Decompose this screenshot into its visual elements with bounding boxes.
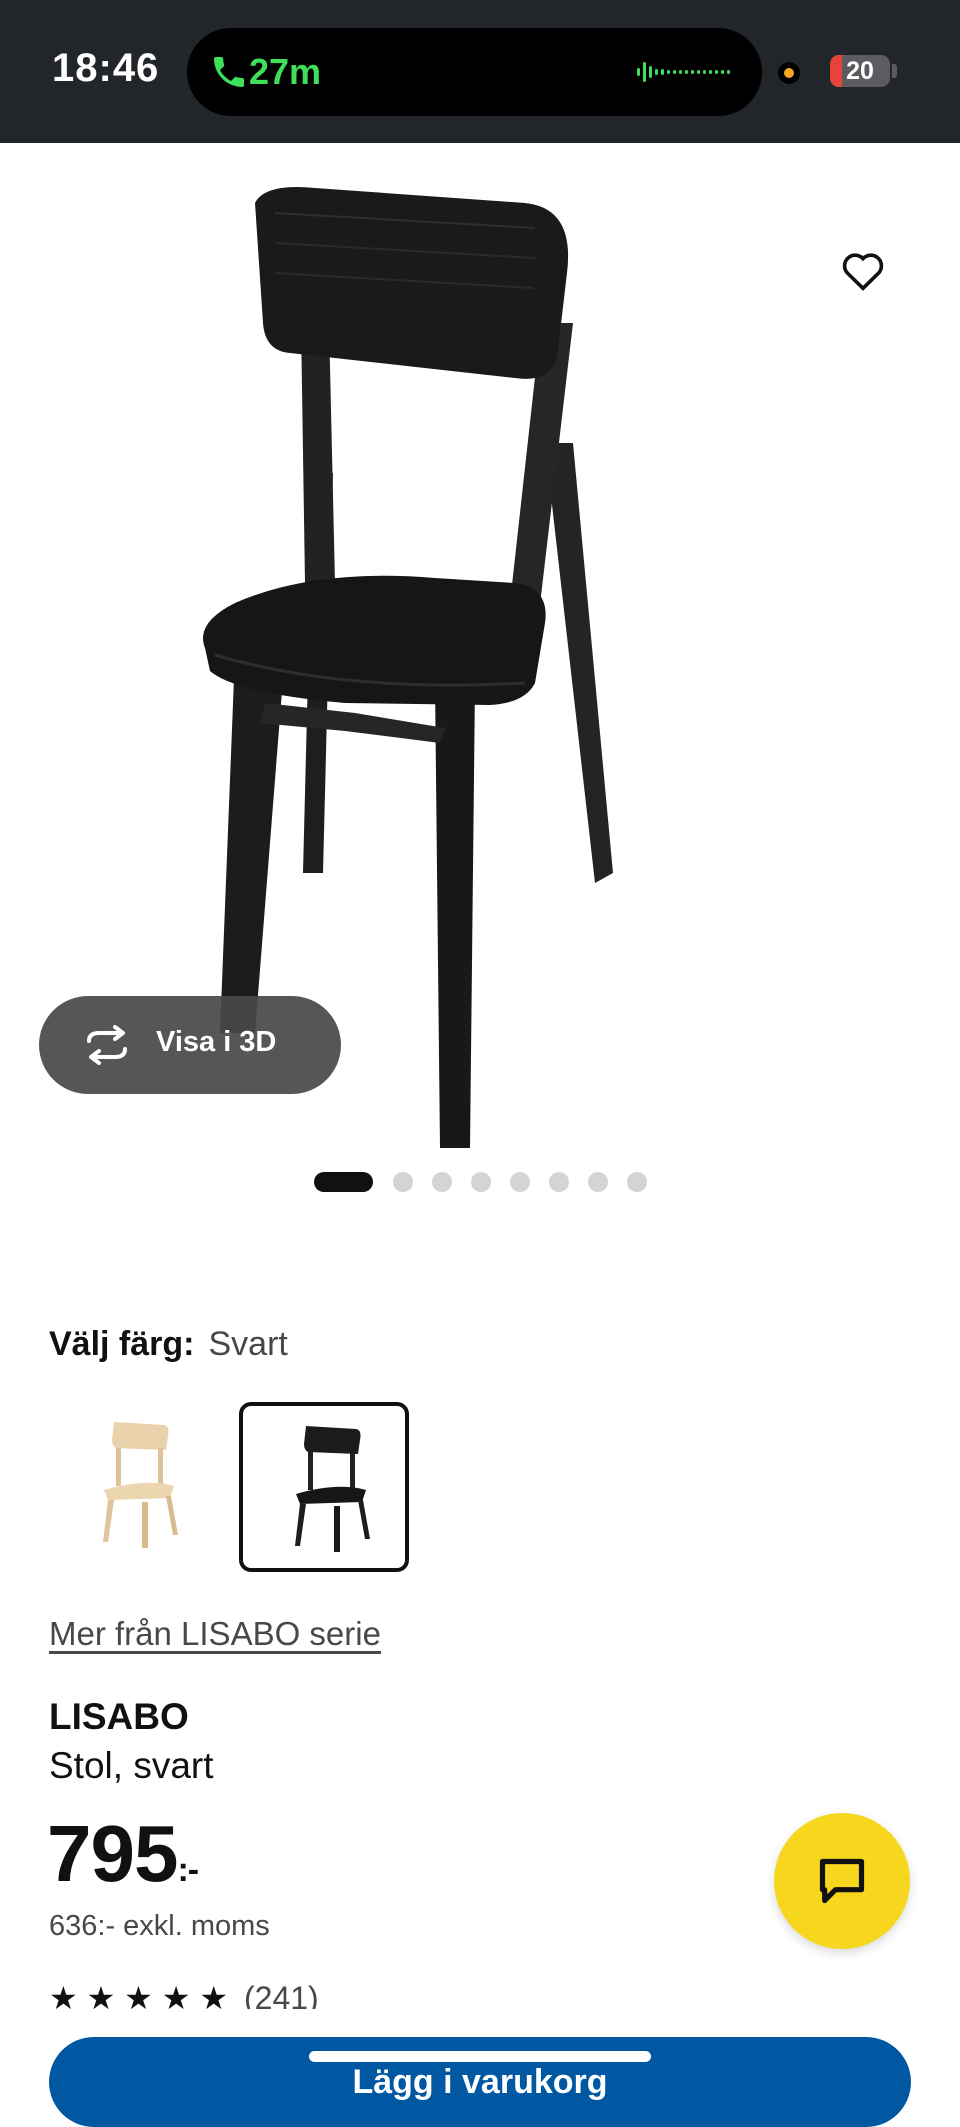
price-suffix: :- — [177, 1851, 199, 1889]
status-bar: 18:46 27m 20 — [0, 0, 960, 143]
battery-indicator: 20 — [830, 55, 890, 87]
color-picker-heading: Välj färg: Svart — [49, 1325, 288, 1364]
carousel-dot[interactable] — [393, 1172, 413, 1192]
add-to-cart-label: Lägg i varukorg — [352, 2063, 608, 2101]
carousel-dot-active[interactable] — [314, 1172, 373, 1192]
call-duration: 27m — [249, 51, 322, 92]
call-activity-pill[interactable]: 27m — [187, 28, 762, 116]
privacy-indicator-dot — [778, 62, 800, 84]
chat-bubble-icon — [819, 1858, 865, 1904]
home-indicator[interactable] — [309, 2051, 651, 2062]
chair-thumbnail-birch — [103, 1422, 178, 1548]
color-picker-value: Svart — [208, 1325, 288, 1363]
status-time: 18:46 — [52, 46, 160, 90]
rotate-3d-icon — [87, 1025, 127, 1065]
color-swatch-birch[interactable] — [51, 1402, 221, 1572]
rating-stars-icon: ★ ★ ★ ★ ★ — [49, 1985, 228, 2009]
series-link[interactable]: Mer från LISABO serie — [49, 1615, 381, 1653]
audio-waveform-icon — [637, 62, 730, 82]
carousel-dot[interactable] — [588, 1172, 608, 1192]
product-image-gallery[interactable]: Visa i 3D — [0, 143, 960, 1148]
carousel-dot[interactable] — [471, 1172, 491, 1192]
product-rating[interactable]: ★ ★ ★ ★ ★ (241) — [49, 1985, 449, 2009]
phone-icon — [214, 57, 244, 87]
rating-count: (241) — [244, 1985, 319, 2009]
carousel-dot[interactable] — [627, 1172, 647, 1192]
price-excl-vat: 636:- exkl. moms — [49, 1910, 270, 1942]
carousel-dot[interactable] — [432, 1172, 452, 1192]
color-picker-label: Välj färg: — [49, 1325, 195, 1363]
product-description: Stol, svart — [49, 1745, 214, 1786]
battery-tip — [892, 64, 897, 78]
heart-outline-icon — [842, 253, 884, 291]
view-in-3d-label: Visa i 3D — [156, 1026, 277, 1058]
wishlist-button[interactable] — [835, 243, 891, 299]
chair-thumbnail-black — [295, 1426, 370, 1552]
product-name: LISABO — [49, 1696, 189, 1737]
carousel-dot[interactable] — [510, 1172, 530, 1192]
image-carousel-indicator — [314, 1170, 654, 1194]
color-swatch-black[interactable] — [239, 1402, 409, 1572]
carousel-dot[interactable] — [549, 1172, 569, 1192]
price-value: 795 — [47, 1809, 178, 1898]
view-in-3d-button[interactable]: Visa i 3D — [39, 996, 341, 1094]
product-price: 795:- — [47, 1808, 199, 1900]
battery-level: 20 — [846, 57, 874, 85]
rating-content: ★ ★ ★ ★ ★ (241) — [49, 1985, 319, 2009]
chat-button[interactable] — [774, 1813, 910, 1949]
